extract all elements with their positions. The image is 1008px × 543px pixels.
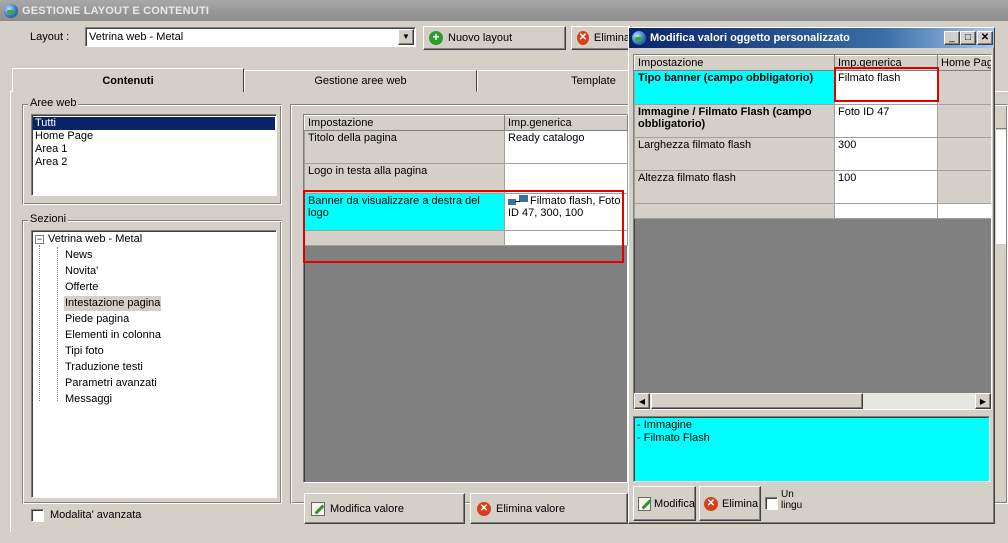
main-title-bar: GESTIONE LAYOUT E CONTENUTI bbox=[0, 0, 1008, 21]
dialog-title: Modifica valori oggetto personalizzato bbox=[650, 32, 850, 44]
dialog-row-homepage[interactable] bbox=[937, 170, 991, 204]
edit-icon bbox=[311, 501, 325, 516]
area-item-tutti[interactable]: Tutti bbox=[33, 117, 275, 130]
tree-item-news[interactable]: News bbox=[65, 248, 93, 263]
option-filmato-flash[interactable]: - Filmato Flash bbox=[637, 432, 986, 445]
highlight-box bbox=[303, 190, 624, 263]
area-item-area-1[interactable]: Area 1 bbox=[33, 143, 275, 156]
dialog-title-bar: Modifica valori oggetto personalizzato bbox=[629, 28, 994, 48]
dialog-empty-row bbox=[834, 203, 938, 219]
header-imp-generica[interactable]: Imp.generica bbox=[504, 115, 628, 131]
elimina-valore-button[interactable]: ✕ Elimina valore bbox=[470, 493, 628, 524]
dialog-modifica-button[interactable]: Modifica bbox=[633, 486, 696, 521]
edit-dialog: Modifica valori oggetto personalizzato _… bbox=[628, 27, 995, 524]
delete-icon: ✕ bbox=[577, 31, 589, 45]
sezioni-tree[interactable]: − Vetrina web - Metal News Novita' Offer… bbox=[31, 230, 277, 498]
dialog-empty-row bbox=[937, 203, 991, 219]
sezioni-label: Sezioni bbox=[28, 213, 69, 225]
advanced-mode-label: Modalita' avanzata bbox=[50, 509, 142, 521]
scroll-left-icon[interactable]: ◀ bbox=[634, 393, 650, 409]
tree-line bbox=[57, 247, 58, 401]
aree-web-list[interactable]: Tutti Home Page Area 1 Area 2 bbox=[31, 114, 277, 196]
delete-layout-label: Elimina bbox=[593, 32, 630, 44]
aree-web-label: Aree web bbox=[28, 97, 79, 109]
tree-item-offerte[interactable]: Offerte bbox=[65, 280, 98, 295]
dialog-empty-row bbox=[634, 203, 835, 219]
tree-line bbox=[39, 245, 40, 401]
new-layout-button[interactable]: + Nuovo layout bbox=[423, 26, 566, 50]
single-language-label: Un lingu bbox=[781, 489, 803, 511]
new-layout-label: Nuovo layout bbox=[448, 32, 513, 44]
horizontal-scrollbar[interactable]: ◀ ▶ bbox=[634, 393, 991, 409]
close-icon[interactable]: ✕ bbox=[977, 31, 993, 45]
chevron-down-icon[interactable]: ▼ bbox=[398, 29, 414, 45]
tree-item-tipi-foto[interactable]: Tipi foto bbox=[65, 344, 104, 359]
dialog-row-setting: Larghezza filmato flash bbox=[634, 137, 835, 171]
plus-icon: + bbox=[429, 31, 443, 45]
tree-item-piede-pagina[interactable]: Piede pagina bbox=[65, 312, 129, 327]
scroll-thumb[interactable] bbox=[651, 393, 863, 409]
dialog-elimina-button[interactable]: ✕ Elimina bbox=[699, 486, 761, 521]
row-value[interactable] bbox=[504, 163, 628, 194]
delete-layout-button[interactable]: ✕ Elimina bbox=[571, 26, 631, 50]
app-globe-icon bbox=[4, 3, 18, 18]
dialog-options-list[interactable]: - Immagine - Filmato Flash bbox=[633, 416, 990, 482]
elimina-valore-label: Elimina valore bbox=[496, 502, 566, 515]
dialog-modifica-label: Modifica bbox=[654, 497, 695, 510]
dialog-row-value[interactable]: 300 bbox=[834, 137, 938, 171]
maximize-icon[interactable]: □ bbox=[960, 31, 976, 45]
modifica-valore-button[interactable]: Modifica valore bbox=[304, 493, 465, 524]
dialog-row-setting: Altezza filmato flash bbox=[634, 170, 835, 204]
dialog-header-impostazione[interactable]: Impostazione bbox=[634, 55, 835, 71]
tab-gestione-aree-web[interactable]: Gestione aree web bbox=[244, 70, 477, 92]
dialog-grid[interactable]: Impostazione Imp.generica Home Pag Tipo … bbox=[633, 54, 992, 410]
row-setting: Logo in testa alla pagina bbox=[304, 163, 505, 194]
window-title: GESTIONE LAYOUT E CONTENUTI bbox=[22, 4, 210, 17]
layout-select[interactable]: Vetrina web - Metal ▼ bbox=[85, 27, 416, 47]
minimize-icon[interactable]: _ bbox=[944, 31, 960, 45]
dialog-globe-icon bbox=[632, 31, 646, 45]
collapse-icon[interactable]: − bbox=[35, 235, 44, 244]
dialog-row-homepage[interactable] bbox=[937, 137, 991, 171]
scroll-right-icon[interactable]: ▶ bbox=[975, 393, 991, 409]
modifica-valore-label: Modifica valore bbox=[330, 502, 404, 515]
layout-select-value: Vetrina web - Metal bbox=[89, 31, 184, 43]
tab-contenuti[interactable]: Contenuti bbox=[12, 68, 244, 92]
area-item-home-page[interactable]: Home Page bbox=[33, 130, 275, 143]
edit-icon bbox=[638, 496, 652, 511]
dialog-header-home-page[interactable]: Home Pag bbox=[937, 55, 991, 71]
option-immagine[interactable]: - Immagine bbox=[637, 419, 986, 432]
dialog-row-homepage[interactable] bbox=[937, 104, 991, 138]
row-value[interactable]: Ready catalogo bbox=[504, 130, 628, 164]
delete-icon: ✕ bbox=[477, 501, 491, 516]
main-grid[interactable]: Impostazione Imp.generica Titolo della p… bbox=[303, 114, 628, 483]
tree-item-messaggi[interactable]: Messaggi bbox=[65, 392, 112, 407]
header-impostazione[interactable]: Impostazione bbox=[304, 115, 505, 131]
dialog-highlight-box bbox=[834, 67, 939, 102]
tree-item-intestazione-pagina[interactable]: Intestazione pagina bbox=[64, 296, 162, 311]
delete-icon: ✕ bbox=[704, 496, 718, 511]
tree-root[interactable]: Vetrina web - Metal bbox=[48, 232, 142, 247]
tree-item-traduzione-testi[interactable]: Traduzione testi bbox=[65, 360, 143, 375]
dialog-row-setting-selected: Tipo banner (campo obbligatorio) bbox=[634, 70, 835, 105]
tree-item-parametri-avanzati[interactable]: Parametri avanzati bbox=[65, 376, 157, 391]
tree-item-novita[interactable]: Novita' bbox=[65, 264, 98, 279]
tree-item-elementi-in-colonna[interactable]: Elementi in colonna bbox=[65, 328, 161, 343]
dialog-elimina-label: Elimina bbox=[722, 497, 759, 510]
dialog-row-setting: Immagine / Filmato Flash (campo obbligat… bbox=[634, 104, 835, 138]
dialog-row-value[interactable]: Foto ID 47 bbox=[834, 104, 938, 138]
advanced-mode-checkbox[interactable] bbox=[31, 509, 44, 522]
area-item-area-2[interactable]: Area 2 bbox=[33, 156, 275, 169]
background-grid-edge bbox=[996, 130, 1006, 244]
row-setting: Titolo della pagina bbox=[304, 130, 505, 164]
dialog-row-value[interactable]: 100 bbox=[834, 170, 938, 204]
layout-label: Layout : bbox=[30, 31, 70, 43]
background-grid-edge bbox=[996, 114, 1006, 129]
dialog-row-homepage[interactable] bbox=[937, 70, 991, 105]
single-language-checkbox[interactable] bbox=[765, 497, 778, 510]
